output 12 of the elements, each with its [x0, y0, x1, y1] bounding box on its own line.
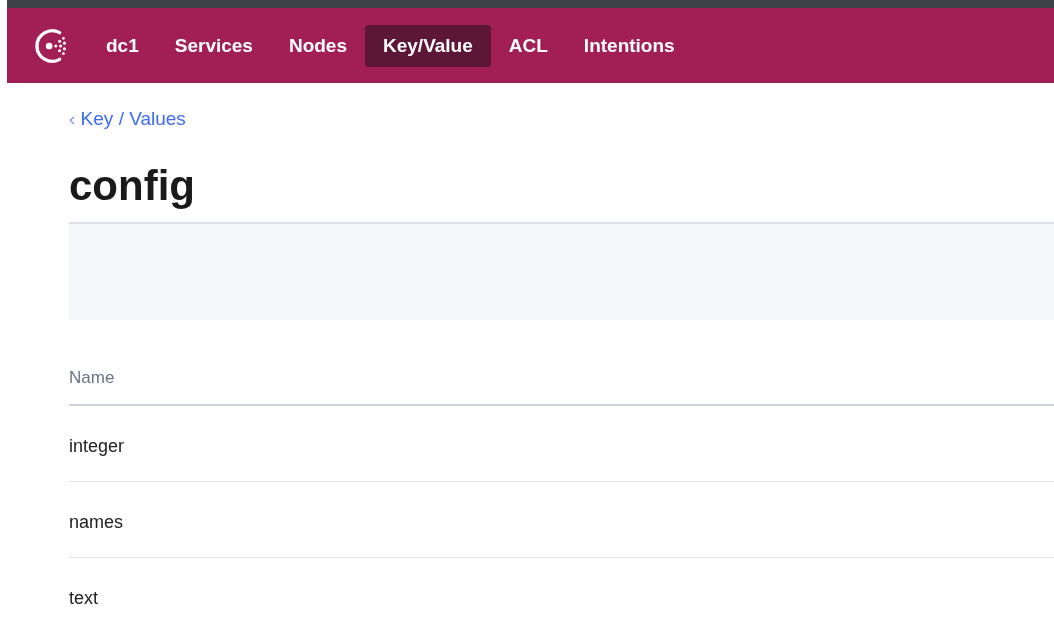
column-header: Name	[69, 364, 1054, 406]
nav-tab[interactable]: Key/Value	[365, 24, 491, 67]
nav-tab[interactable]: ACL	[490, 24, 566, 67]
nav-tab[interactable]: dc1	[88, 24, 157, 67]
nav-tab[interactable]: Nodes	[270, 24, 365, 67]
table-row[interactable]: text	[69, 558, 1054, 632]
table-row[interactable]: integer	[69, 406, 1054, 482]
nav-tab[interactable]: Services	[156, 24, 271, 67]
nav-tab[interactable]: Intentions	[565, 24, 693, 67]
page-title: config	[69, 161, 196, 211]
breadcrumb-link[interactable]: ‹ Key / Values	[69, 107, 186, 131]
table-row[interactable]: names	[69, 482, 1054, 558]
